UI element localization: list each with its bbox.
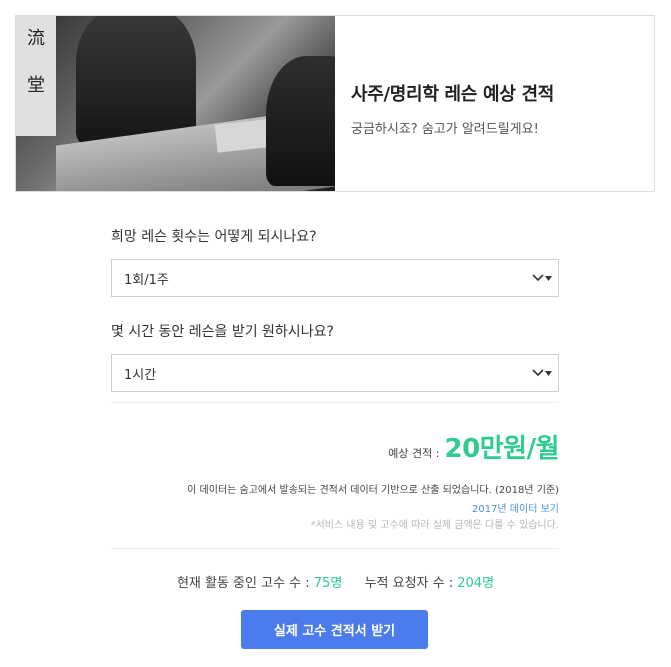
view-2017-data-link[interactable]: 2017년 데이터 보기 [111, 500, 559, 515]
active-pros-count: 75명 [313, 576, 343, 591]
hero-text: 사주/명리학 레슨 예상 견적 궁금하시죠? 숨고가 알려드릴게요! [335, 16, 654, 191]
triangle-down-icon [545, 275, 552, 281]
page-subtitle: 궁금하시죠? 숨고가 알려드릴게요! [351, 122, 539, 137]
chevron-down-icon [532, 369, 544, 377]
estimate-result: 예상 견적 : 20만원/월 [111, 428, 559, 465]
dropdown-arrow [532, 274, 558, 282]
photo-person-left [76, 16, 196, 146]
hero-photo: 流 堂 [16, 16, 335, 191]
requests-count: 204명 [457, 576, 495, 591]
estimate-form: 희망 레슨 횟수는 어떻게 되시나요? 1회/1주 몇 시간 동안 레슨을 받기… [111, 226, 559, 392]
lesson-frequency-value: 1회/1주 [124, 272, 169, 288]
lesson-frequency-label: 희망 레슨 횟수는 어떻게 되시나요? [111, 229, 317, 245]
data-source-note: 이 데이터는 숨고에서 발송되는 견적서 데이터 기반으로 산출 되었습니다. … [187, 485, 559, 496]
estimate-label: 예상 견적 : [388, 447, 440, 460]
estimate-value: 20만원/월 [444, 434, 560, 464]
photo-sign-text: 流 堂 [27, 28, 45, 96]
lesson-frequency-select[interactable]: 1회/1주 [111, 259, 559, 297]
lesson-duration-select[interactable]: 1시간 [111, 354, 559, 392]
active-pros-label: 현재 활동 중인 고수 수 : [176, 576, 310, 591]
photo-sign: 流 堂 [16, 16, 56, 136]
hero-banner: 流 堂 사주/명리학 레슨 예상 견적 궁금하시죠? 숨고가 알려드릴게요! [15, 15, 655, 192]
photo-person-right [266, 56, 335, 186]
chevron-down-icon [532, 274, 544, 282]
divider [111, 402, 559, 403]
disclaimer-note: *서비스 내용 및 고수에 따라 실제 금액은 다를 수 있습니다. [310, 520, 559, 531]
divider [111, 548, 559, 549]
dropdown-arrow [532, 369, 558, 377]
triangle-down-icon [545, 370, 552, 376]
lesson-duration-label: 몇 시간 동안 레슨을 받기 원하시나요? [111, 324, 334, 340]
lesson-duration-value: 1시간 [124, 367, 157, 383]
page-title: 사주/명리학 레슨 예상 견적 [351, 84, 555, 105]
requests-label: 누적 요청자 수 : [364, 576, 454, 591]
stats-line: 현재 활동 중인 고수 수 : 75명 누적 요청자 수 : 204명 [0, 572, 671, 591]
get-quotes-button[interactable]: 실제 고수 견적서 받기 [241, 610, 428, 649]
